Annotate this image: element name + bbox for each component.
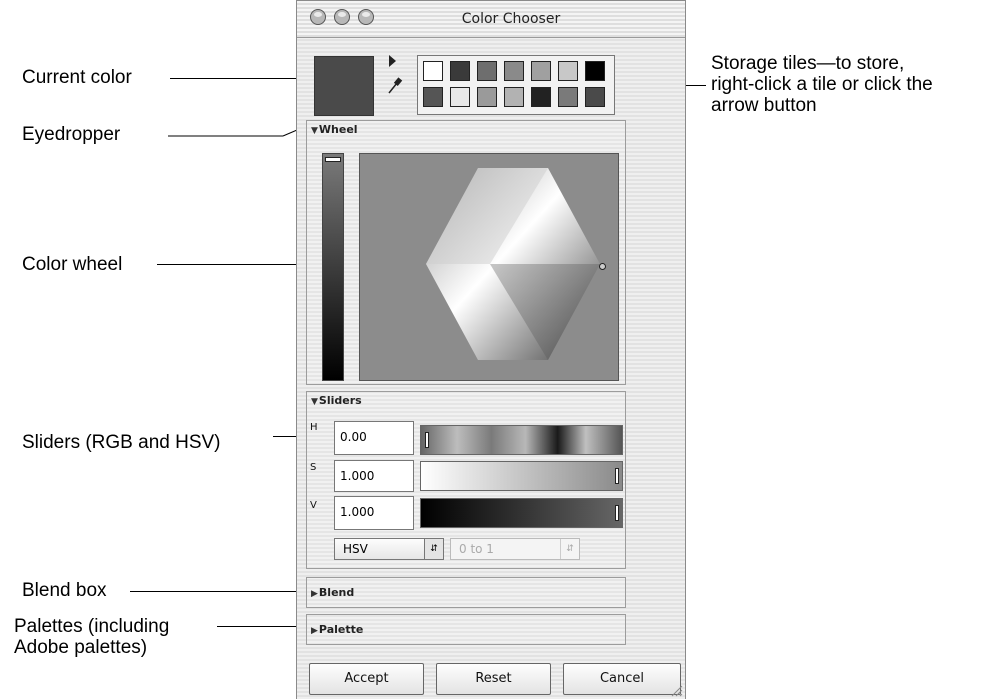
storage-tile[interactable] bbox=[504, 61, 524, 81]
h-value-field[interactable]: 0.00 bbox=[334, 421, 414, 455]
palette-panel[interactable]: ▶Palette bbox=[306, 614, 626, 645]
cancel-button[interactable]: Cancel bbox=[563, 663, 681, 695]
resize-grip-icon[interactable] bbox=[669, 683, 683, 697]
color-model-select[interactable]: HSV ⇵ bbox=[334, 538, 444, 560]
disclosure-triangle-open-icon[interactable]: ▼ bbox=[311, 126, 318, 136]
storage-tile[interactable] bbox=[531, 87, 551, 107]
store-arrow-button[interactable] bbox=[389, 55, 396, 67]
range-value: 0 to 1 bbox=[459, 542, 494, 556]
callout-palettes: Palettes (including bbox=[14, 616, 170, 637]
storage-tile[interactable] bbox=[558, 87, 578, 107]
disclosure-triangle-closed-icon[interactable]: ▶ bbox=[311, 626, 318, 636]
storage-tile[interactable] bbox=[477, 87, 497, 107]
storage-tile[interactable] bbox=[585, 61, 605, 81]
callout-blend-box: Blend box bbox=[22, 580, 107, 601]
wheel-section-header[interactable]: ▼Wheel bbox=[311, 123, 358, 136]
storage-tiles bbox=[417, 55, 615, 115]
s-slider[interactable] bbox=[420, 461, 623, 491]
palette-section-header[interactable]: ▶Palette bbox=[311, 623, 363, 636]
v-slider[interactable] bbox=[420, 498, 623, 528]
color-model-value: HSV bbox=[343, 542, 368, 556]
callout-storage-tiles: Storage tiles—to store, bbox=[711, 53, 905, 74]
storage-tile[interactable] bbox=[423, 87, 443, 107]
storage-tile[interactable] bbox=[504, 87, 524, 107]
color-wheel[interactable] bbox=[359, 153, 619, 381]
v-value-field[interactable]: 1.000 bbox=[334, 496, 414, 530]
callout-storage-tiles-line2: right-click a tile or click the bbox=[711, 74, 933, 95]
storage-tile[interactable] bbox=[423, 61, 443, 81]
window-title: Color Chooser bbox=[461, 11, 561, 27]
value-slider[interactable] bbox=[322, 153, 344, 381]
s-value-field[interactable]: 1.000 bbox=[334, 460, 414, 492]
storage-tile[interactable] bbox=[585, 87, 605, 107]
select-arrows-icon: ⇵ bbox=[560, 539, 579, 559]
blend-section-header[interactable]: ▶Blend bbox=[311, 586, 354, 599]
current-color-swatch bbox=[314, 56, 374, 116]
callout-current-color: Current color bbox=[22, 67, 132, 88]
storage-tile[interactable] bbox=[477, 61, 497, 81]
s-slider-thumb[interactable] bbox=[615, 468, 619, 484]
s-label: S bbox=[310, 462, 317, 473]
v-slider-thumb[interactable] bbox=[615, 505, 619, 521]
reset-button[interactable]: Reset bbox=[436, 663, 551, 695]
h-slider-thumb[interactable] bbox=[425, 432, 429, 448]
eyedropper-icon[interactable] bbox=[387, 77, 403, 95]
disclosure-triangle-closed-icon[interactable]: ▶ bbox=[311, 589, 318, 599]
sliders-panel: ▼Sliders H 0.00 S 1.000 V 1.000 HSV ⇵ 0 … bbox=[306, 391, 626, 569]
color-chooser-window: Color Chooser ▼Wheel ▼Sliders H 0.00 S 1… bbox=[296, 0, 686, 699]
sliders-section-label: Sliders bbox=[318, 394, 362, 407]
leader-line bbox=[130, 591, 306, 592]
wheel-selector-handle[interactable] bbox=[599, 263, 606, 270]
title-bar[interactable]: Color Chooser bbox=[297, 1, 685, 38]
callout-storage-tiles-line3: arrow button bbox=[711, 95, 817, 116]
callout-color-wheel: Color wheel bbox=[22, 254, 123, 275]
callout-eyedropper: Eyedropper bbox=[22, 124, 121, 145]
storage-tile[interactable] bbox=[558, 61, 578, 81]
storage-tile[interactable] bbox=[531, 61, 551, 81]
sliders-section-header[interactable]: ▼Sliders bbox=[311, 394, 362, 407]
v-label: V bbox=[310, 500, 317, 511]
h-slider[interactable] bbox=[420, 425, 623, 455]
range-select: 0 to 1 ⇵ bbox=[450, 538, 580, 560]
wheel-section-label: Wheel bbox=[318, 123, 358, 136]
color-wheel-hexagon[interactable] bbox=[360, 154, 618, 380]
storage-tile[interactable] bbox=[450, 87, 470, 107]
callout-sliders: Sliders (RGB and HSV) bbox=[22, 432, 221, 453]
accept-button[interactable]: Accept bbox=[309, 663, 424, 695]
h-label: H bbox=[310, 422, 318, 433]
palette-section-label: Palette bbox=[318, 623, 364, 636]
blend-panel[interactable]: ▶Blend bbox=[306, 577, 626, 608]
callout-palettes-line2: Adobe palettes) bbox=[14, 637, 148, 658]
disclosure-triangle-open-icon[interactable]: ▼ bbox=[311, 397, 318, 407]
storage-tile[interactable] bbox=[450, 61, 470, 81]
value-slider-thumb[interactable] bbox=[325, 157, 341, 162]
blend-section-label: Blend bbox=[318, 586, 355, 599]
wheel-panel: ▼Wheel bbox=[306, 120, 626, 385]
select-arrows-icon: ⇵ bbox=[424, 539, 443, 559]
leader-line bbox=[170, 78, 310, 79]
